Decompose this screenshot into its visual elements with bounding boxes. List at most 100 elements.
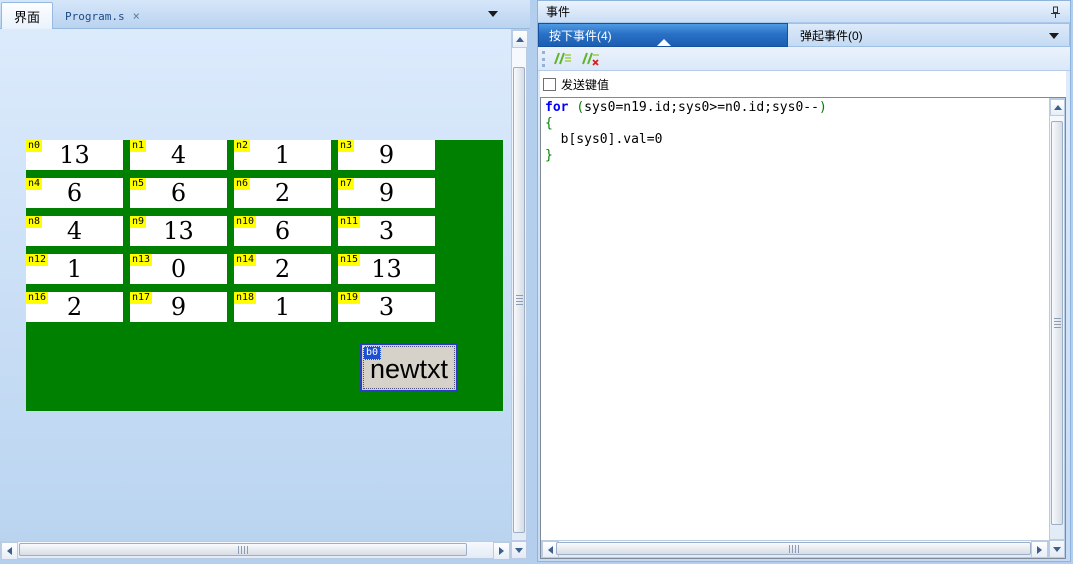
code-vertical-scroll-thumb[interactable] <box>1051 121 1063 525</box>
arrow-down-icon <box>515 547 523 553</box>
scroll-down-button[interactable] <box>511 541 527 559</box>
vertical-scroll-thumb[interactable] <box>513 67 525 533</box>
cell-id-label: n4 <box>26 178 43 190</box>
designer-cell-n3[interactable]: n3 9 <box>338 140 435 170</box>
designer-cell-n1[interactable]: n1 4 <box>130 140 227 170</box>
designer-cell-n8[interactable]: n8 4 <box>26 216 123 246</box>
designer-cell-n10[interactable]: n10 6 <box>234 216 331 246</box>
horizontal-scroll-thumb[interactable] <box>19 543 467 556</box>
tab-list-dropdown-icon[interactable] <box>488 11 498 17</box>
cell-id-label: n0 <box>26 140 43 152</box>
designer-vertical-scrollbar[interactable] <box>511 29 528 541</box>
document-tabbar: 界面 Program.s × <box>0 0 530 29</box>
code-line: { <box>545 116 553 131</box>
arrow-up-icon <box>516 36 524 42</box>
code-editor[interactable]: for (sys0=n19.id;sys0>=n0.id;sys0--){ b[… <box>540 97 1066 559</box>
event-toolbar <box>538 47 1070 71</box>
add-event-script-icon[interactable] <box>551 51 573 67</box>
tab-release-event-label: 弹起事件(0) <box>800 28 863 43</box>
cell-id-label: n9 <box>130 216 147 228</box>
arrow-right-icon <box>499 547 504 555</box>
designer-horizontal-scrollbar[interactable] <box>0 541 511 560</box>
close-icon[interactable]: × <box>133 10 140 22</box>
cell-id-label: n18 <box>234 292 257 304</box>
delete-event-script-icon[interactable] <box>579 51 601 67</box>
cell-id-label: n15 <box>338 254 361 266</box>
designer-cell-n13[interactable]: n13 0 <box>130 254 227 284</box>
newtxt-id-label: b0 <box>363 346 382 360</box>
code-line: b[sys0].val=0 <box>545 132 663 147</box>
cell-id-label: n10 <box>234 216 257 228</box>
tab-press-event-label: 按下事件(4) <box>549 28 612 43</box>
cell-id-label: n19 <box>338 292 361 304</box>
scroll-left-button[interactable] <box>1 542 18 560</box>
arrow-left-icon <box>7 547 12 555</box>
scroll-right-button[interactable] <box>493 542 510 560</box>
event-tabs: 按下事件(4) 弹起事件(0) <box>538 23 1070 47</box>
tab-interface[interactable]: 界面 <box>1 2 54 29</box>
designer-cell-n0[interactable]: n0 13 <box>26 140 123 170</box>
pin-icon[interactable] <box>1046 4 1064 20</box>
designer-cell-n2[interactable]: n2 1 <box>234 140 331 170</box>
designer-cell-n12[interactable]: n12 1 <box>26 254 123 284</box>
code-line: for (sys0=n19.id;sys0>=n0.id;sys0--) <box>545 100 827 115</box>
arrow-right-icon <box>1037 545 1042 554</box>
cell-id-label: n6 <box>234 178 251 190</box>
code-horizontal-scroll-thumb[interactable] <box>556 542 1031 555</box>
code-line: } <box>545 148 553 163</box>
tab-release-event[interactable]: 弹起事件(0) <box>788 23 1070 47</box>
cell-id-label: n17 <box>130 292 153 304</box>
arrow-left-icon <box>548 545 553 554</box>
send-keyvalue-checkbox[interactable] <box>543 77 556 91</box>
event-panel: 事件 按下事件(4) 弹起事件(0) 发送键值 for (sys0=n19.id… <box>537 0 1071 562</box>
code-vertical-scrollbar[interactable] <box>1049 98 1065 540</box>
designer-cell-n15[interactable]: n15 13 <box>338 254 435 284</box>
designer-cell-n16[interactable]: n16 2 <box>26 292 123 322</box>
event-tab-dropdown-icon[interactable] <box>1049 33 1059 39</box>
code-text[interactable]: for (sys0=n19.id;sys0>=n0.id;sys0--){ b[… <box>545 100 1045 164</box>
arrow-up-icon <box>1053 105 1062 110</box>
designer-cell-n18[interactable]: n18 1 <box>234 292 331 322</box>
cell-id-label: n7 <box>338 178 355 190</box>
designer-cell-n5[interactable]: n5 6 <box>130 178 227 208</box>
cell-id-label: n5 <box>130 178 147 190</box>
arrow-down-icon <box>1053 546 1061 552</box>
send-keyvalue-label: 发送键值 <box>561 77 610 92</box>
designer-cell-n4[interactable]: n4 6 <box>26 178 123 208</box>
designer-cell-n17[interactable]: n17 9 <box>130 292 227 322</box>
tab-press-event[interactable]: 按下事件(4) <box>538 23 788 47</box>
cell-id-label: n16 <box>26 292 49 304</box>
cell-id-label: n8 <box>26 216 43 228</box>
design-canvas[interactable]: n0 13 n1 4 n2 1 n3 9 n4 6 n5 6 n6 2 n7 9 n8 4 n9 13 n10 6 n11 3… <box>0 29 511 541</box>
cell-id-label: n11 <box>338 216 361 228</box>
code-scroll-down-button[interactable] <box>1049 540 1065 558</box>
tab-program-s-label: Program.s <box>65 9 125 23</box>
cell-id-label: n12 <box>26 254 49 266</box>
cell-id-label: n14 <box>234 254 257 266</box>
cell-id-label: n13 <box>130 254 153 266</box>
code-horizontal-scrollbar[interactable] <box>541 540 1049 558</box>
event-panel-titlebar: 事件 <box>538 1 1070 23</box>
form-green-panel[interactable]: n0 13 n1 4 n2 1 n3 9 n4 6 n5 6 n6 2 n7 9 n8 4 n9 13 n10 6 n11 3… <box>26 140 503 411</box>
event-panel-title: 事件 <box>546 5 571 19</box>
active-tab-notch <box>657 39 671 46</box>
newtxt-button[interactable]: b0 newtxt <box>360 343 458 392</box>
cell-id-label: n3 <box>338 140 355 152</box>
number-cell-grid: n0 13 n1 4 n2 1 n3 9 n4 6 n5 6 n6 2 n7 9 n8 4 n9 13 n10 6 n11 3… <box>26 140 435 322</box>
designer-cell-n14[interactable]: n14 2 <box>234 254 331 284</box>
tab-interface-label: 界面 <box>14 9 41 25</box>
designer-cell-n9[interactable]: n9 13 <box>130 216 227 246</box>
scroll-up-button[interactable] <box>512 30 528 48</box>
designer-cell-n19[interactable]: n19 3 <box>338 292 435 322</box>
designer-cell-n6[interactable]: n6 2 <box>234 178 331 208</box>
cell-id-label: n2 <box>234 140 251 152</box>
send-keyvalue-row: 发送键值 <box>540 71 1066 97</box>
designer-cell-n7[interactable]: n7 9 <box>338 178 435 208</box>
designer-cell-n11[interactable]: n11 3 <box>338 216 435 246</box>
code-scroll-right-button[interactable] <box>1031 541 1048 558</box>
toolbar-grip[interactable] <box>542 50 545 67</box>
tab-program-s[interactable]: Program.s × <box>53 4 146 28</box>
cell-id-label: n1 <box>130 140 147 152</box>
designer-panel: 界面 Program.s × n0 13 n1 4 n2 1 n3 9 n4 6 n5 6 n6 2 n7 9… <box>0 0 530 564</box>
code-scroll-up-button[interactable] <box>1050 99 1065 116</box>
